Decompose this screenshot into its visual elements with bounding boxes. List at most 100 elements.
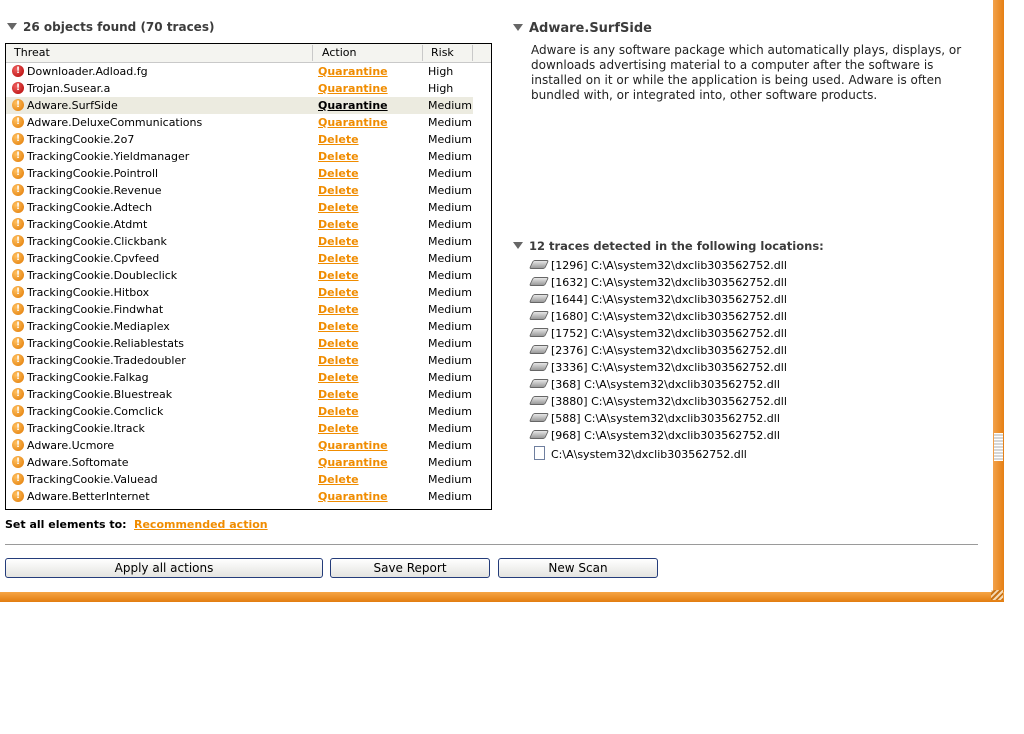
threat-action-link[interactable]: Delete [318, 405, 359, 418]
detail-header[interactable]: Adware.SurfSide [513, 21, 652, 36]
save-report-button[interactable]: Save Report [330, 558, 490, 578]
threat-action-link[interactable]: Delete [318, 218, 359, 231]
apply-all-actions-button[interactable]: Apply all actions [5, 558, 323, 578]
table-row[interactable]: ! TrackingCookie.Atdmt Delete Medium [6, 216, 473, 233]
medium-risk-icon: ! [12, 218, 24, 230]
table-row[interactable]: ! TrackingCookie.Findwhat Delete Medium [6, 301, 473, 318]
table-row[interactable]: ! Adware.Ucmore Quarantine Medium [6, 437, 473, 454]
threat-action-link[interactable]: Delete [318, 422, 359, 435]
table-row[interactable]: ! Trojan.Susear.a Quarantine High [6, 80, 473, 97]
threat-name: Downloader.Adload.fg [27, 65, 148, 78]
table-row[interactable]: ! TrackingCookie.Revenue Delete Medium [6, 182, 473, 199]
threat-name: TrackingCookie.Atdmt [27, 218, 148, 231]
scrollbar-grip[interactable] [994, 433, 1003, 461]
threat-action-link[interactable]: Quarantine [318, 439, 388, 452]
medium-risk-icon: ! [12, 116, 24, 128]
threat-action-link[interactable]: Delete [318, 388, 359, 401]
new-scan-button[interactable]: New Scan [498, 558, 658, 578]
collapse-triangle-icon[interactable] [513, 24, 523, 31]
threat-name: TrackingCookie.Itrack [27, 422, 145, 435]
threat-table: Threat Action Risk ! Downloader.Adload.fg… [5, 43, 492, 510]
threat-action-link[interactable]: Delete [318, 252, 359, 265]
threat-action-link[interactable]: Quarantine [318, 490, 388, 503]
memory-icon [528, 345, 550, 354]
threat-action-link[interactable]: Quarantine [318, 456, 388, 469]
collapse-triangle-icon[interactable] [513, 242, 523, 249]
table-row[interactable]: ! TrackingCookie.Yieldmanager Delete Medium [6, 148, 473, 165]
threat-action-link[interactable]: Quarantine [318, 116, 388, 129]
threat-action-link[interactable]: Delete [318, 354, 359, 367]
table-row[interactable]: ! TrackingCookie.Mediaplex Delete Medium [6, 318, 473, 335]
threat-action-link[interactable]: Delete [318, 269, 359, 282]
medium-risk-icon: ! [12, 388, 24, 400]
table-row[interactable]: ! Adware.DeluxeCommunications Quarantine Me… [6, 114, 473, 131]
table-row[interactable]: ! TrackingCookie.Itrack Delete Medium [6, 420, 473, 437]
column-divider[interactable] [312, 45, 313, 61]
trace-path: [368] C:\A\system32\dxclib303562752.dll [551, 378, 780, 391]
table-row[interactable]: ! TrackingCookie.Hitbox Delete Medium [6, 284, 473, 301]
medium-risk-icon: ! [12, 133, 24, 145]
medium-risk-icon: ! [12, 150, 24, 162]
threat-name: TrackingCookie.2o7 [27, 133, 135, 146]
resize-grip-icon[interactable] [991, 590, 1003, 600]
threat-action-link[interactable]: Delete [318, 184, 359, 197]
threat-action-link[interactable]: Delete [318, 133, 359, 146]
table-row[interactable]: ! Adware.BetterInternet Quarantine Medium [6, 488, 473, 505]
traces-header[interactable]: 12 traces detected in the following loca… [513, 239, 824, 253]
medium-risk-icon: ! [12, 490, 24, 502]
threat-name: TrackingCookie.Reliablestats [27, 337, 185, 350]
threat-action-link[interactable]: Delete [318, 167, 359, 180]
threat-action-link[interactable]: Delete [318, 150, 359, 163]
table-row[interactable]: ! TrackingCookie.Falkag Delete Medium [6, 369, 473, 386]
table-row[interactable]: ! TrackingCookie.Valuead Delete Medium [6, 471, 473, 488]
threat-action-link[interactable]: Delete [318, 303, 359, 316]
threat-action-link[interactable]: Delete [318, 320, 359, 333]
table-row[interactable]: ! Adware.Softomate Quarantine Medium [6, 454, 473, 471]
medium-risk-icon: ! [12, 167, 24, 179]
medium-risk-icon: ! [12, 456, 24, 468]
table-row[interactable]: ! TrackingCookie.Bluestreak Delete Medium [6, 386, 473, 403]
trace-path: [3880] C:\A\system32\dxclib303562752.dll [551, 395, 787, 408]
trace-item: [368] C:\A\system32\dxclib303562752.dll [528, 378, 780, 394]
memory-icon [528, 362, 550, 371]
table-row[interactable]: ! TrackingCookie.Reliablestats Delete Mediu… [6, 335, 473, 352]
table-row[interactable]: ! TrackingCookie.Cpvfeed Delete Medium [6, 250, 473, 267]
threat-action-link[interactable]: Delete [318, 371, 359, 384]
column-header-action[interactable]: Action [322, 46, 356, 59]
table-row[interactable]: ! TrackingCookie.Tradedoubler Delete Medium [6, 352, 473, 369]
collapse-triangle-icon[interactable] [7, 23, 17, 30]
column-header-risk[interactable]: Risk [431, 46, 454, 59]
recommended-action-link[interactable]: Recommended action [134, 518, 268, 531]
table-row[interactable]: ! TrackingCookie.Comclick Delete Medium [6, 403, 473, 420]
table-row[interactable]: ! TrackingCookie.Pointroll Delete Medium [6, 165, 473, 182]
threat-action-link[interactable]: Quarantine [318, 65, 388, 78]
threat-action-link[interactable]: Delete [318, 473, 359, 486]
threat-action-link[interactable]: Delete [318, 235, 359, 248]
threat-action-link[interactable]: Quarantine [318, 99, 388, 112]
threat-action-link[interactable]: Delete [318, 286, 359, 299]
medium-risk-icon: ! [12, 405, 24, 417]
column-header-threat[interactable]: Threat [14, 46, 50, 59]
threat-name: TrackingCookie.Yieldmanager [27, 150, 190, 163]
threat-action-link[interactable]: Delete [318, 337, 359, 350]
table-row[interactable]: ! TrackingCookie.2o7 Delete Medium [6, 131, 473, 148]
threat-name: TrackingCookie.Hitbox [27, 286, 150, 299]
threat-name: TrackingCookie.Adtech [27, 201, 153, 214]
table-row[interactable]: ! TrackingCookie.Doubleclick Delete Medium [6, 267, 473, 284]
trace-path: [1752] C:\A\system32\dxclib303562752.dll [551, 327, 787, 340]
column-divider[interactable] [422, 45, 423, 61]
threat-name: TrackingCookie.Falkag [27, 371, 149, 384]
threat-action-link[interactable]: Quarantine [318, 82, 388, 95]
results-header[interactable]: 26 objects found (70 traces) [7, 20, 214, 34]
table-row[interactable]: ! Adware.SurfSide Quarantine Medium [6, 97, 473, 114]
medium-risk-icon: ! [12, 286, 24, 298]
trace-item: [1632] C:\A\system32\dxclib303562752.dll [528, 276, 787, 292]
medium-risk-icon: ! [12, 269, 24, 281]
table-row[interactable]: ! TrackingCookie.Adtech Delete Medium [6, 199, 473, 216]
threat-name: TrackingCookie.Findwhat [27, 303, 164, 316]
threat-action-link[interactable]: Delete [318, 201, 359, 214]
threat-risk: High [428, 82, 454, 95]
column-divider[interactable] [472, 45, 473, 61]
table-row[interactable]: ! Downloader.Adload.fg Quarantine High [6, 63, 473, 80]
table-row[interactable]: ! TrackingCookie.Clickbank Delete Medium [6, 233, 473, 250]
